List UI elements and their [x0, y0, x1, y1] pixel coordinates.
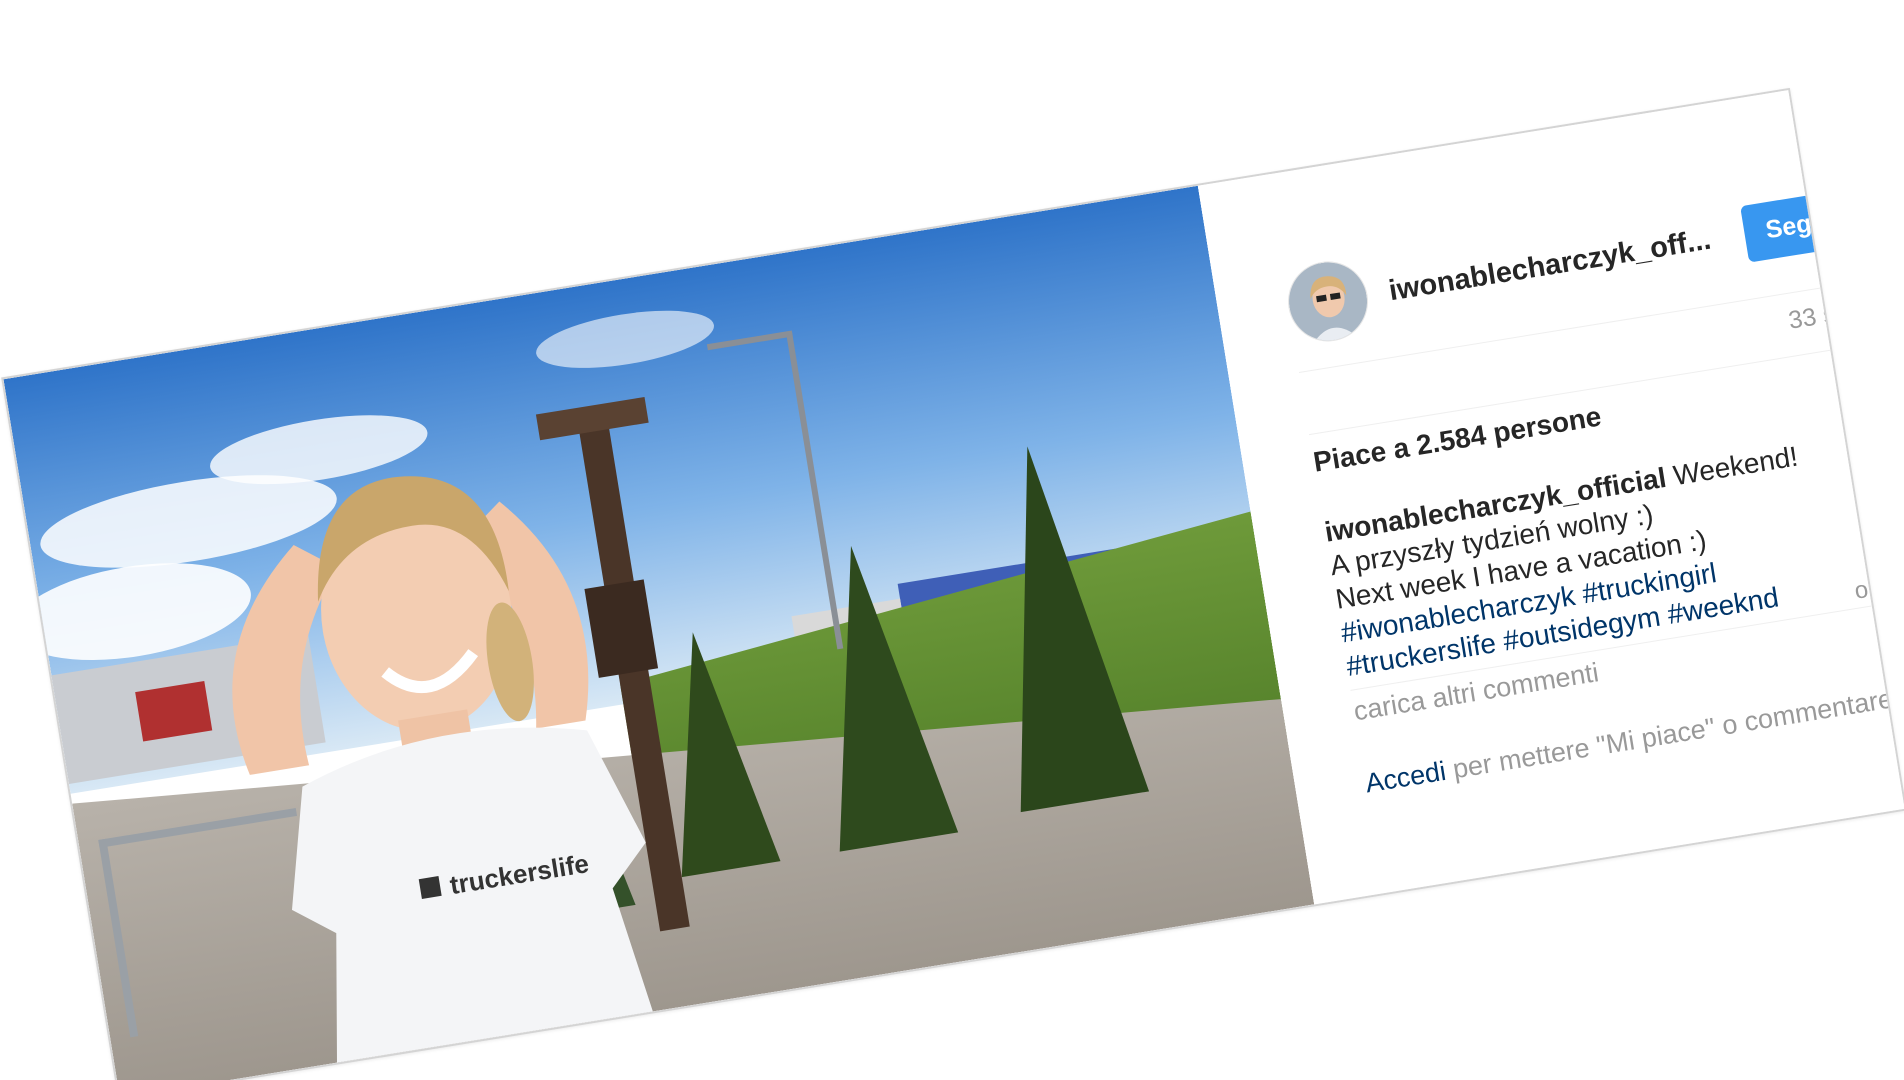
likes-section: Piace a 2.584 persone iwonablecharczyk_o…: [1309, 342, 1904, 728]
login-link[interactable]: Accedi: [1363, 756, 1448, 799]
post-side-panel: iwonablecharczyk_off... Segui 33 sett. P…: [1197, 87, 1904, 905]
caption-line-1: Weekend!: [1671, 440, 1801, 492]
post-timestamp[interactable]: 33 sett.: [1786, 294, 1872, 336]
post-photo[interactable]: truckerslife: [3, 185, 1315, 1080]
username-header[interactable]: iwonablecharczyk_off...: [1387, 223, 1714, 308]
page: truckerslife iwonablecharczyk_off... Seg…: [0, 0, 1904, 1080]
instagram-embed-card: truckerslife iwonablecharczyk_off... Seg…: [1, 87, 1904, 1080]
post-image: truckerslife: [3, 185, 1315, 1080]
avatar-image: [1283, 256, 1373, 347]
post-header: iwonablecharczyk_off... Segui: [1278, 151, 1866, 373]
follow-button[interactable]: Segui: [1739, 187, 1860, 263]
avatar[interactable]: [1282, 255, 1374, 348]
